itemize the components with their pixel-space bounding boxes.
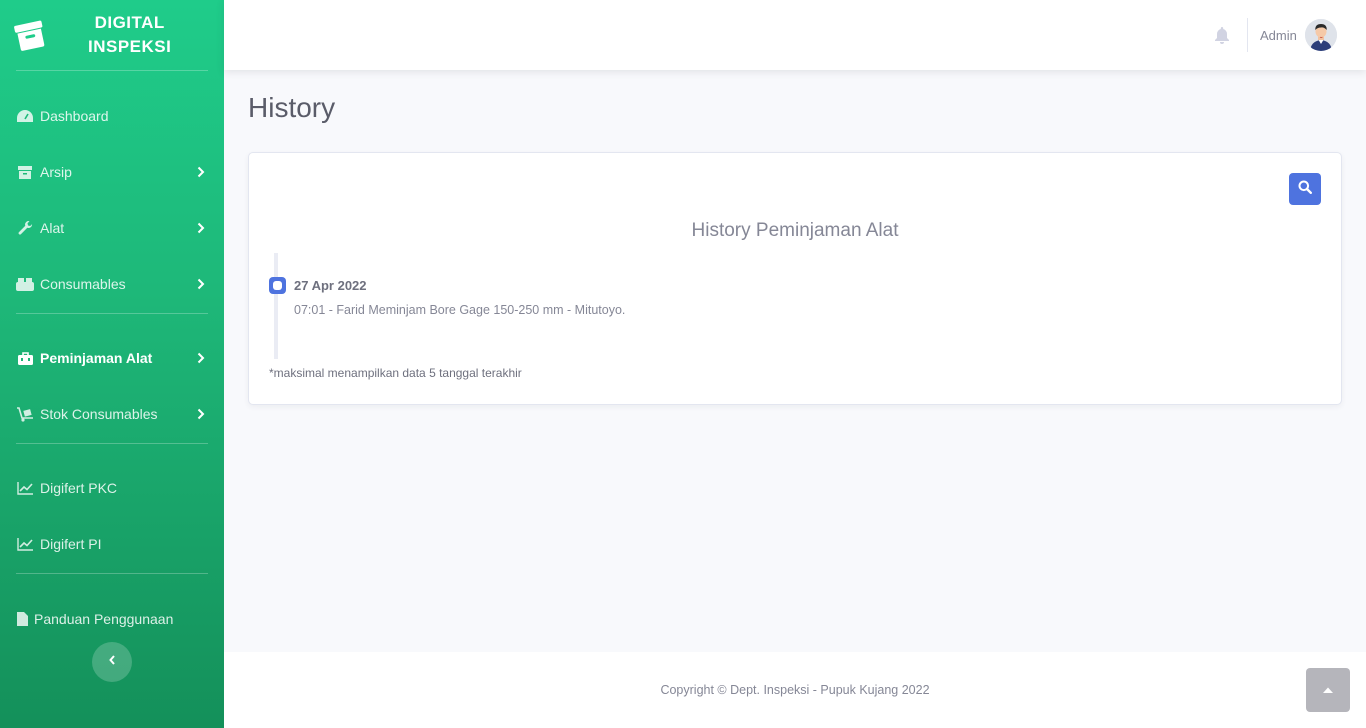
topbar-divider [1247, 18, 1248, 52]
card-title: History Peminjaman Alat [691, 220, 899, 241]
sidebar-item-panduan-penggunaan[interactable]: Panduan Penggunaan [0, 591, 224, 647]
sidebar-item-label: Arsip [40, 164, 72, 180]
file-icon [16, 611, 28, 627]
footer: Copyright © Dept. Inspeksi - Pupuk Kujan… [224, 652, 1366, 728]
tachometer-icon [16, 108, 34, 124]
user-name: Admin [1260, 27, 1297, 43]
sidebar-item-peminjaman-alat[interactable]: Peminjaman Alat [0, 330, 224, 386]
sidebar-item-arsip[interactable]: Arsip [0, 144, 224, 200]
history-note: *maksimal menampilkan data 5 tanggal ter… [269, 366, 522, 380]
timeline-marker [269, 277, 286, 294]
brand-name: DIGITAL INSPEKSI [88, 11, 171, 59]
sidebar: DIGITAL INSPEKSI Dashboard Arsip Alat Co… [0, 0, 224, 728]
sidebar-item-label: Digifert PKC [40, 480, 118, 496]
sidebar-item-label: Peminjaman Alat [40, 350, 153, 366]
chevron-right-icon [196, 352, 206, 364]
sidebar-item-alat[interactable]: Alat [0, 200, 224, 256]
wrench-icon [16, 220, 34, 236]
sidebar-item-label: Alat [40, 220, 65, 236]
user-menu[interactable]: Admin [1260, 18, 1337, 52]
search-button[interactable] [1289, 173, 1321, 205]
avatar [1304, 19, 1337, 51]
copyright-text: Copyright © Dept. Inspeksi - Pupuk Kujan… [660, 683, 930, 697]
chevron-right-icon [196, 222, 206, 234]
chevron-right-icon [196, 278, 206, 290]
timeline-line [274, 253, 278, 359]
sidebar-toggle-button[interactable] [92, 642, 132, 682]
chevron-up-icon [1322, 681, 1334, 699]
chart-line-icon [16, 480, 34, 496]
timeline-entry: 07:01 - Farid Meminjam Bore Gage 150-250… [294, 303, 626, 317]
dolly-icon [16, 406, 34, 422]
sidebar-item-stok-consumables[interactable]: Stok Consumables [0, 386, 224, 442]
bell-icon[interactable] [1213, 25, 1231, 45]
chevron-left-icon [108, 653, 116, 671]
sidebar-item-consumables[interactable]: Consumables [0, 256, 224, 312]
toolbox-icon [16, 350, 34, 366]
sidebar-item-label: Panduan Penggunaan [34, 611, 174, 627]
sidebar-item-dashboard[interactable]: Dashboard [0, 88, 224, 144]
topbar: Admin [224, 0, 1366, 70]
scroll-to-top-button[interactable] [1306, 668, 1350, 712]
chevron-right-icon [196, 408, 206, 420]
archive-icon [16, 164, 34, 180]
sidebar-item-digifert-pi[interactable]: Digifert PI [0, 516, 224, 572]
sidebar-item-label: Stok Consumables [40, 406, 158, 422]
brand-line-1: DIGITAL [94, 13, 165, 32]
brand[interactable]: DIGITAL INSPEKSI [0, 0, 224, 70]
sidebar-item-label: Dashboard [40, 108, 109, 124]
search-icon [1298, 180, 1312, 199]
archive-box-icon [12, 17, 48, 53]
page-title: History [248, 92, 336, 123]
chevron-right-icon [196, 166, 206, 178]
timeline-date: 27 Apr 2022 [294, 278, 367, 293]
sidebar-item-digifert-pkc[interactable]: Digifert PKC [0, 460, 224, 516]
brand-line-2: INSPEKSI [88, 37, 172, 56]
chart-line-icon [16, 536, 34, 552]
history-card: History Peminjaman Alat 27 Apr 2022 07:0… [248, 152, 1342, 405]
boxes-icon [16, 276, 34, 292]
sidebar-item-label: Digifert PI [40, 536, 102, 552]
sidebar-item-label: Consumables [40, 276, 126, 292]
